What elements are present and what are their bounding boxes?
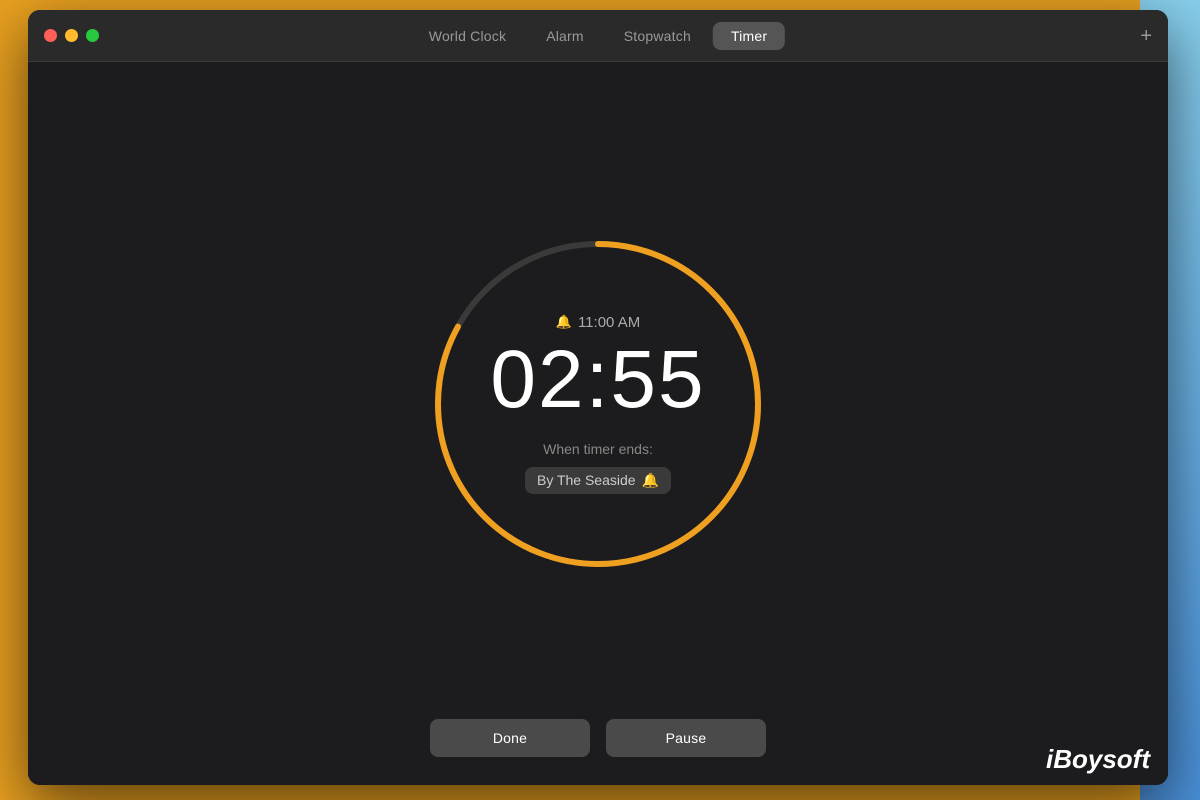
main-content: 🔔 11:00 AM 02:55 When timer ends: By The… bbox=[28, 62, 1168, 785]
action-buttons: Done Pause bbox=[430, 719, 766, 757]
tab-bar: World Clock Alarm Stopwatch Timer bbox=[411, 22, 785, 50]
done-button[interactable]: Done bbox=[430, 719, 590, 757]
bell-icon: 🔔 bbox=[556, 314, 572, 330]
timer-container: 🔔 11:00 AM 02:55 When timer ends: By The… bbox=[418, 224, 778, 584]
tab-timer[interactable]: Timer bbox=[713, 22, 785, 50]
maximize-button[interactable] bbox=[86, 29, 99, 42]
when-ends-label: When timer ends: bbox=[543, 441, 653, 457]
sound-emoji: 🔔 bbox=[642, 472, 659, 489]
pause-button[interactable]: Pause bbox=[606, 719, 766, 757]
traffic-lights bbox=[44, 29, 99, 42]
timer-circle: 🔔 11:00 AM 02:55 When timer ends: By The… bbox=[418, 224, 778, 584]
tab-world-clock[interactable]: World Clock bbox=[411, 22, 524, 50]
timer-countdown: 02:55 bbox=[490, 339, 705, 421]
tab-alarm[interactable]: Alarm bbox=[528, 22, 602, 50]
alarm-time-text: 11:00 AM bbox=[578, 314, 640, 331]
alarm-time-display: 🔔 11:00 AM bbox=[556, 314, 640, 331]
tab-stopwatch[interactable]: Stopwatch bbox=[606, 22, 709, 50]
titlebar: World Clock Alarm Stopwatch Timer + bbox=[28, 10, 1168, 62]
sound-name-text: By The Seaside bbox=[537, 472, 636, 488]
sound-selector[interactable]: By The Seaside 🔔 bbox=[525, 467, 671, 494]
add-button[interactable]: + bbox=[1140, 26, 1152, 46]
watermark-suffix: Boysoft bbox=[1053, 744, 1150, 774]
watermark-prefix: i bbox=[1046, 744, 1053, 774]
close-button[interactable] bbox=[44, 29, 57, 42]
app-window: World Clock Alarm Stopwatch Timer + 🔔 11… bbox=[28, 10, 1168, 785]
watermark: iBoysoft bbox=[1046, 744, 1150, 775]
circle-inner: 🔔 11:00 AM 02:55 When timer ends: By The… bbox=[418, 224, 778, 584]
minimize-button[interactable] bbox=[65, 29, 78, 42]
